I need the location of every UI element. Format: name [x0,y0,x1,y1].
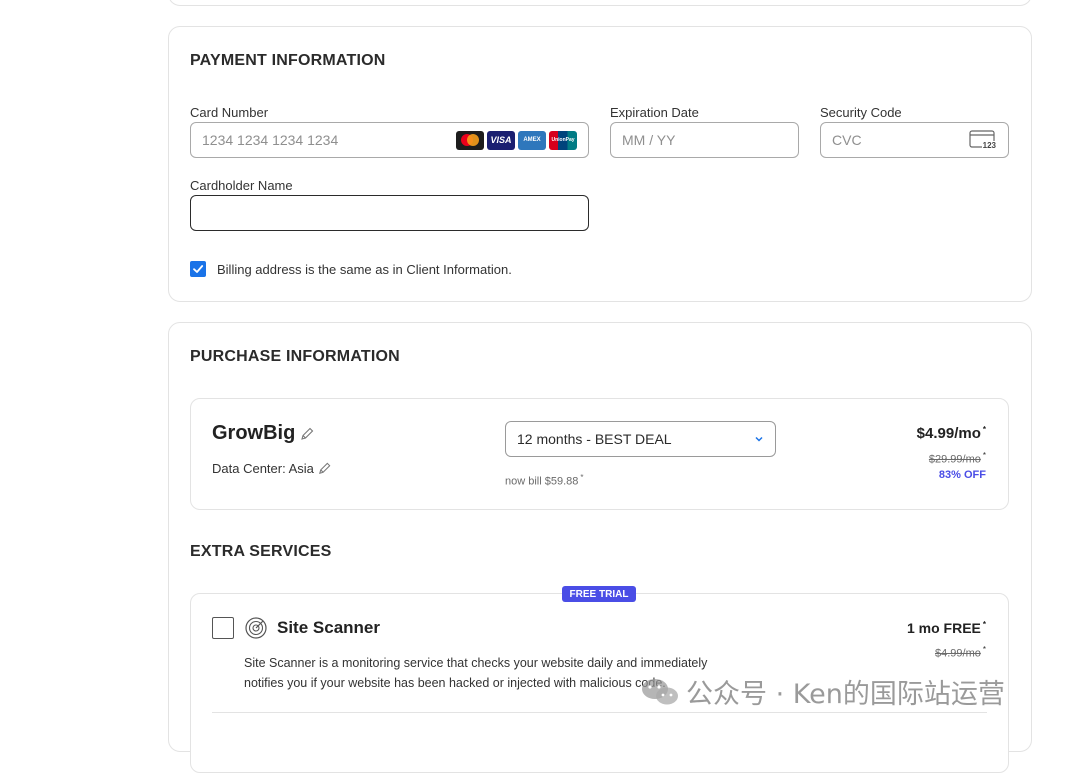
cardholder-label: Cardholder Name [190,178,293,193]
expiration-input[interactable]: MM / YY [610,122,799,158]
expiration-placeholder: MM / YY [622,132,676,148]
extras-title: EXTRA SERVICES [190,543,332,560]
cardholder-input[interactable] [190,195,589,231]
period-selected: 12 months - BEST DEAL [517,431,672,447]
site-scanner-checkbox[interactable] [212,617,234,639]
plan-discount: 83% OFF [938,469,986,481]
cvc-icon-text: 123 [981,141,997,150]
plan-price: $4.99/mo * [916,425,986,442]
site-scanner-price: 1 mo FREE * [906,620,986,636]
edit-plan-icon[interactable] [299,426,315,442]
visa-icon: VISA [487,130,515,150]
wechat-icon [642,678,678,704]
billing-same-checkbox[interactable] [190,261,206,277]
cvc-card-icon: 123 [969,130,997,150]
amex-icon: AMEX [518,130,546,150]
card-number-placeholder: 1234 1234 1234 1234 [202,132,339,148]
purchase-title: PURCHASE INFORMATION [190,348,400,365]
payment-title: PAYMENT INFORMATION [190,52,386,69]
check-icon [193,265,204,273]
bill-note: now bill $59.88 * [505,473,584,488]
radar-icon [245,617,267,639]
mastercard-icon [456,130,484,150]
expiration-label: Expiration Date [610,105,699,120]
data-center-label: Data Center: Asia [212,461,314,476]
security-code-label: Security Code [820,105,902,120]
security-code-input[interactable]: CVC 123 [820,122,1009,158]
free-trial-badge: FREE TRIAL [562,586,636,602]
divider [212,712,987,713]
card-number-label: Card Number [190,105,269,120]
watermark: 公众号 · Ken的国际站运营 [640,672,1005,711]
previous-section-card [168,0,1032,6]
unionpay-icon: UnionPay [549,130,577,150]
plan-old-price: $29.99/mo * [928,451,986,466]
plan-name: GrowBig [212,422,296,444]
period-select[interactable]: 12 months - BEST DEAL [505,421,776,457]
edit-data-center-icon[interactable] [317,461,332,476]
watermark-text: 公众号 · Ken的国际站运营 [686,679,1005,710]
site-scanner-name: Site Scanner [277,618,380,637]
card-number-input[interactable]: 1234 1234 1234 1234 VISA AMEX UnionPay [190,122,589,158]
data-center-row: Data Center: Asia [212,461,332,476]
chevron-down-icon [755,436,763,442]
plan-name-row: GrowBig [212,422,315,445]
billing-same-label: Billing address is the same as in Client… [217,262,512,277]
security-code-placeholder: CVC [832,132,862,148]
site-scanner-old-price: $4.99/mo * [935,645,986,660]
card-brands: VISA AMEX UnionPay [456,130,577,150]
